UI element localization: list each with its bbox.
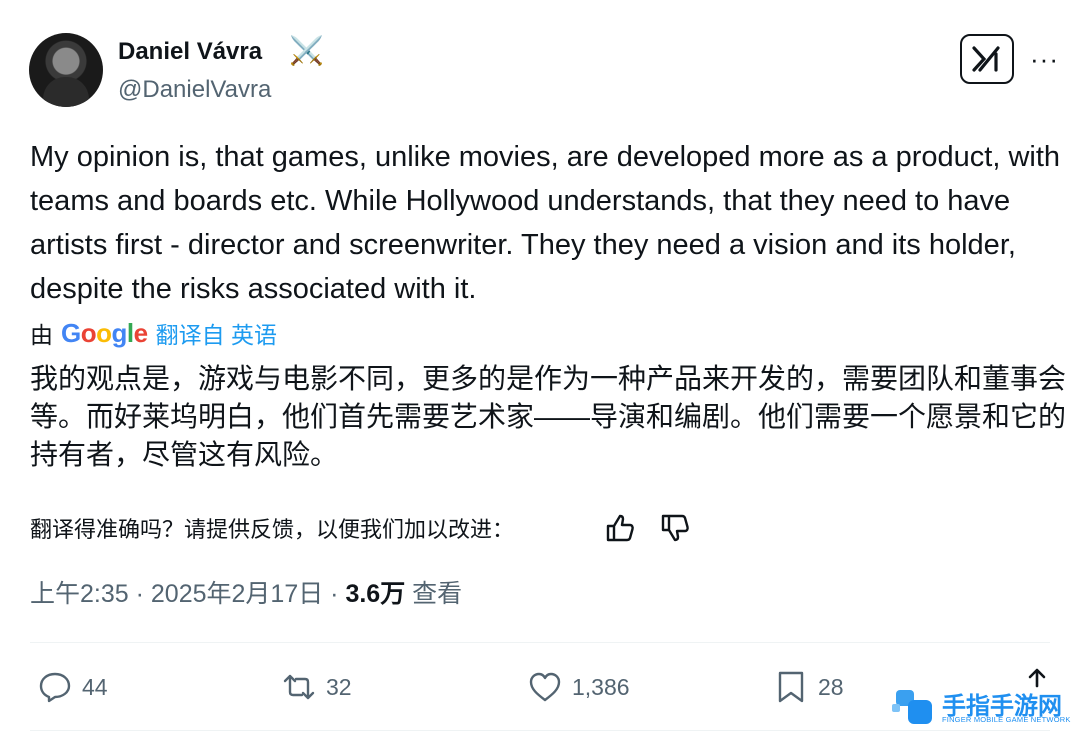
meta-separator: ·: [323, 580, 346, 608]
author-name[interactable]: Daniel Vávra: [118, 38, 262, 66]
repost-count: 32: [326, 673, 352, 700]
like-count: 1,386: [572, 673, 630, 700]
like-button[interactable]: 1,386: [528, 670, 630, 704]
bookmark-count: 28: [818, 673, 844, 700]
tweet-text: My opinion is, that games, unlike movies…: [30, 141, 1061, 305]
meta-separator: ·: [128, 580, 151, 608]
divider: [30, 730, 1050, 731]
google-logo: Google: [61, 317, 148, 348]
reply-button[interactable]: 44: [38, 670, 108, 704]
repost-icon: [283, 674, 315, 700]
bookmark-icon: [778, 671, 804, 703]
translation-feedback-prompt: 翻译得准确吗？请提供反馈，以便我们加以改进：: [30, 517, 515, 542]
site-watermark: 手指手游网 FINGER MOBILE GAME NETWORK: [890, 684, 1070, 730]
view-count: 3.6万: [345, 580, 406, 608]
grok-icon: [972, 46, 1000, 72]
watermark-logo-icon: [892, 690, 932, 724]
translated-from-link[interactable]: 翻译自 英语: [156, 316, 277, 350]
more-options-button[interactable]: ···: [1030, 44, 1059, 75]
thumbs-up-icon[interactable]: [604, 512, 636, 544]
reply-count: 44: [82, 673, 108, 700]
translated-by-prefix: 由: [30, 322, 53, 348]
grok-button[interactable]: [960, 34, 1014, 84]
divider: [30, 642, 1050, 643]
author-handle[interactable]: @DanielVavra: [118, 76, 271, 104]
translation-attribution: 由 Google 翻译自 英语: [30, 316, 277, 350]
avatar[interactable]: [29, 33, 103, 107]
thumbs-down-icon[interactable]: [659, 512, 691, 544]
tweet-date[interactable]: 2025年2月17日: [151, 580, 323, 608]
bookmark-button[interactable]: 28: [774, 670, 844, 704]
views-label: 查看: [405, 580, 463, 608]
repost-button[interactable]: 32: [282, 670, 352, 704]
tweet-meta: 上午2:35 · 2025年2月17日 · 3.6万 查看: [30, 578, 462, 610]
crossed-swords-icon: ⚔️: [289, 35, 324, 66]
tweet-time[interactable]: 上午2:35: [30, 580, 129, 608]
translated-text: 我的观点是，游戏与电影不同，更多的是作为一种产品来开发的，需要团队和董事会等。而…: [30, 363, 1067, 470]
reply-icon: [39, 672, 71, 703]
heart-icon: [529, 672, 561, 702]
watermark-subtitle: FINGER MOBILE GAME NETWORK: [942, 715, 1071, 724]
